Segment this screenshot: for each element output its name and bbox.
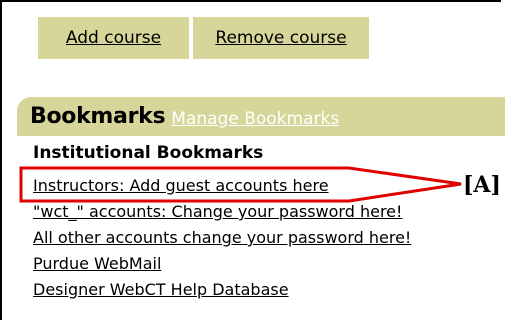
annotation-callout bbox=[19, 166, 462, 203]
callout-outline bbox=[19, 166, 462, 203]
annotation-label: [A] bbox=[463, 172, 501, 198]
